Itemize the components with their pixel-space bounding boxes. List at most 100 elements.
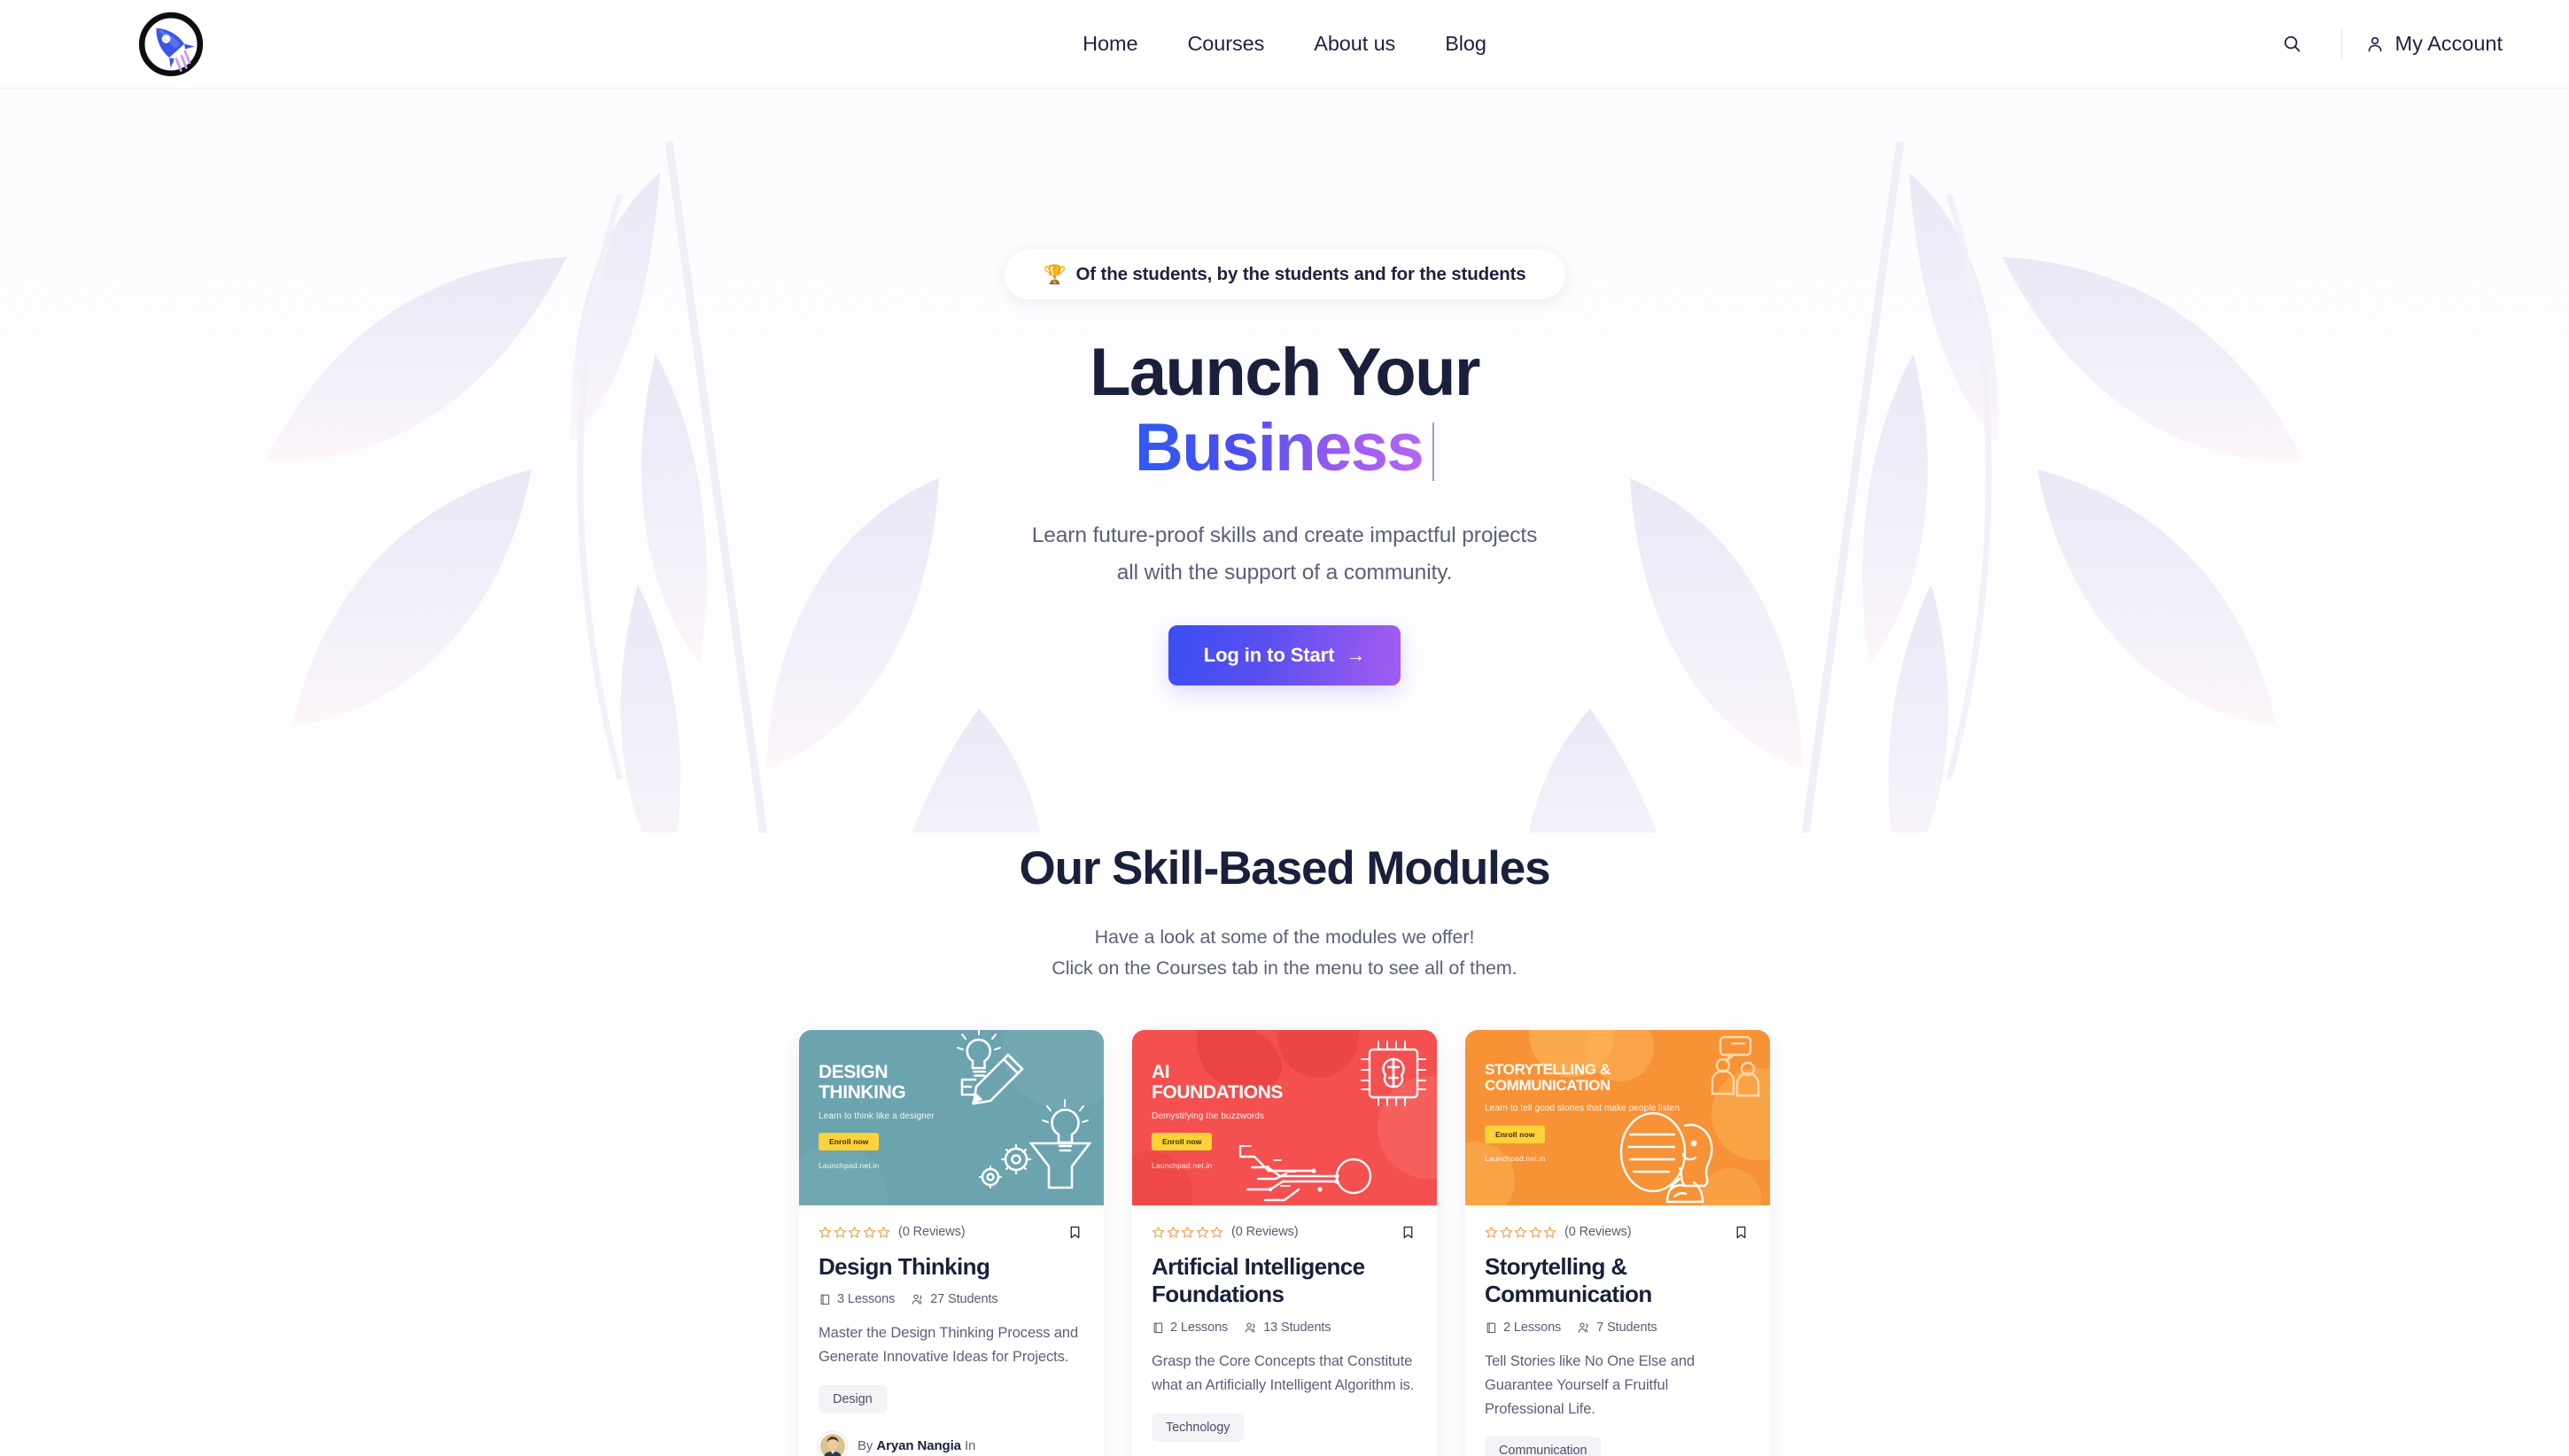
course-card[interactable]: STORYTELLING & COMMUNICATION Learn to te… (1465, 1029, 1770, 1456)
modules-section: Our Skill-Based Modules Have a look at s… (0, 833, 2569, 1456)
course-thumbnail: STORYTELLING & COMMUNICATION Learn to te… (1465, 1029, 1770, 1205)
hero-headline: Launch Your Business (1090, 335, 1480, 486)
user-icon (2368, 36, 2381, 51)
site-logo[interactable] (133, 6, 209, 82)
course-tag[interactable]: Technology (1152, 1413, 1245, 1442)
course-card-body: (0 Reviews) Artificial Intelligence Foun… (1132, 1205, 1437, 1456)
thumbnail-title-line2: COMMUNICATION (1485, 1077, 1610, 1095)
book-icon (1486, 1322, 1496, 1333)
star-icon (1195, 1225, 1209, 1238)
thumbnail-url: Launchpad.net.in (819, 1161, 880, 1171)
users-icon (1578, 1322, 1588, 1333)
thumbnail-title-line1: AI (1152, 1061, 1170, 1082)
nav-item-courses[interactable]: Courses (1187, 32, 1264, 56)
author-prefix: By (858, 1438, 873, 1454)
students-meta: 13 Students (1244, 1320, 1331, 1335)
star-icon (833, 1225, 847, 1238)
users-icon (912, 1295, 922, 1305)
course-meta: 3 Lessons 27 Students (819, 1292, 1084, 1306)
star-icon (819, 1225, 832, 1238)
thumbnail-title: DESIGN THINKING (819, 1062, 1022, 1103)
nav-item-blog[interactable]: Blog (1445, 32, 1486, 56)
course-card[interactable]: AI FOUNDATIONS Demystifying the buzzword… (1132, 1029, 1437, 1456)
hero-typed-word: Business (1134, 410, 1424, 486)
avatar (819, 1431, 847, 1456)
log-in-to-start-button[interactable]: Log in to Start → (1168, 625, 1401, 686)
course-author: By Aryan Nangia In (819, 1431, 1084, 1456)
lessons-meta: 3 Lessons (819, 1292, 895, 1306)
star-icon (1485, 1225, 1498, 1238)
rating-row: (0 Reviews) (1485, 1223, 1750, 1242)
rocket-logo-icon (138, 12, 204, 76)
course-tag[interactable]: Communication (1485, 1437, 1602, 1456)
rating-group: (0 Reviews) (819, 1225, 966, 1240)
thumbnail-title: STORYTELLING & COMMUNICATION (1485, 1061, 1688, 1095)
book-icon (1153, 1322, 1163, 1333)
star-icon (1543, 1225, 1556, 1238)
course-title: Design Thinking (819, 1252, 990, 1280)
lessons-text: 2 Lessons (1170, 1320, 1229, 1336)
typing-caret (1432, 422, 1435, 481)
section-subtitle: Have a look at some of the modules we of… (0, 922, 2569, 984)
star-icon (1210, 1225, 1223, 1238)
nav-item-about-us[interactable]: About us (1314, 32, 1395, 56)
search-button[interactable] (2272, 24, 2313, 65)
thumbnail-title: AI FOUNDATIONS (1152, 1062, 1355, 1103)
thumbnail-title-line2: THINKING (819, 1081, 906, 1103)
thumbnail-enroll-button[interactable]: Enroll now (1152, 1133, 1213, 1151)
course-description: Grasp the Core Concepts that Constitute … (1152, 1353, 1415, 1393)
star-rating (1152, 1225, 1223, 1239)
site-header: Home Courses About us Blog My Account (0, 0, 2569, 89)
students-text: 13 Students (1263, 1320, 1331, 1336)
course-card-body: (0 Reviews) Design Thinking 3 Lessons 27… (799, 1205, 1104, 1456)
my-account-label: My Account (2394, 32, 2503, 55)
course-meta: 2 Lessons 13 Students (1152, 1320, 1417, 1335)
hero-badge: 🏆 Of the students, by the students and f… (1004, 250, 1565, 299)
thumbnail-enroll-button[interactable]: Enroll now (819, 1133, 880, 1151)
course-tag[interactable]: Design (819, 1384, 887, 1413)
header-divider (2340, 28, 2342, 59)
bookmark-icon (1403, 1226, 1413, 1238)
hero-badge-text: Of the students, by the students and for… (1075, 264, 1526, 284)
hero-subtitle-line1: Learn future-proof skills and create imp… (1031, 523, 1538, 548)
star-icon (1499, 1225, 1513, 1238)
course-description: Master the Design Thinking Process and G… (819, 1325, 1079, 1366)
students-meta: 7 Students (1577, 1320, 1657, 1335)
course-title: Storytelling & Communication (1485, 1252, 1652, 1308)
star-icon (877, 1225, 890, 1238)
users-icon (1245, 1322, 1255, 1333)
hero-headline-line1: Launch Your (1090, 335, 1480, 410)
author-text: By Aryan Nangia In (858, 1438, 975, 1453)
star-icon (848, 1225, 861, 1238)
bookmark-button[interactable] (1732, 1223, 1750, 1242)
star-icon (1181, 1225, 1194, 1238)
thumbnail-url: Launchpad.net.in (1152, 1161, 1213, 1171)
bookmark-button[interactable] (1399, 1223, 1417, 1242)
rating-group: (0 Reviews) (1152, 1225, 1299, 1239)
star-icon (1166, 1225, 1180, 1238)
reviews-count: (0 Reviews) (1564, 1225, 1632, 1240)
thumbnail-title-line1: DESIGN (819, 1061, 889, 1082)
book-icon (820, 1294, 830, 1305)
course-thumbnail: AI FOUNDATIONS Demystifying the buzzword… (1132, 1029, 1437, 1205)
thumbnail-subtitle: Demystifying the buzzwords (1152, 1111, 1265, 1121)
course-card[interactable]: DESIGN THINKING Learn to think like a de… (799, 1029, 1104, 1456)
hero-section: 🏆 Of the students, by the students and f… (0, 89, 2569, 833)
nav-item-home[interactable]: Home (1083, 32, 1137, 56)
students-meta: 27 Students (911, 1292, 998, 1306)
thumbnail-enroll-button[interactable]: Enroll now (1485, 1125, 1546, 1143)
course-card-list: DESIGN THINKING Learn to think like a de… (0, 1029, 2569, 1456)
thumbnail-title-line2: FOUNDATIONS (1152, 1081, 1284, 1103)
star-icon (862, 1225, 876, 1238)
section-title: Our Skill-Based Modules (1019, 842, 1550, 895)
lessons-meta: 2 Lessons (1485, 1320, 1561, 1335)
author-name[interactable]: Aryan Nangia (876, 1438, 961, 1453)
bookmark-button[interactable] (1066, 1223, 1084, 1242)
reviews-count: (0 Reviews) (898, 1225, 966, 1240)
author-suffix: In (964, 1438, 976, 1454)
rating-row: (0 Reviews) (1152, 1223, 1417, 1242)
thumbnail-subtitle: Learn to tell good stories that make peo… (1485, 1104, 1680, 1114)
thumbnail-url: Launchpad.net.in (1485, 1153, 1546, 1163)
rating-row: (0 Reviews) (819, 1223, 1084, 1242)
my-account-button[interactable]: My Account (2365, 32, 2503, 56)
